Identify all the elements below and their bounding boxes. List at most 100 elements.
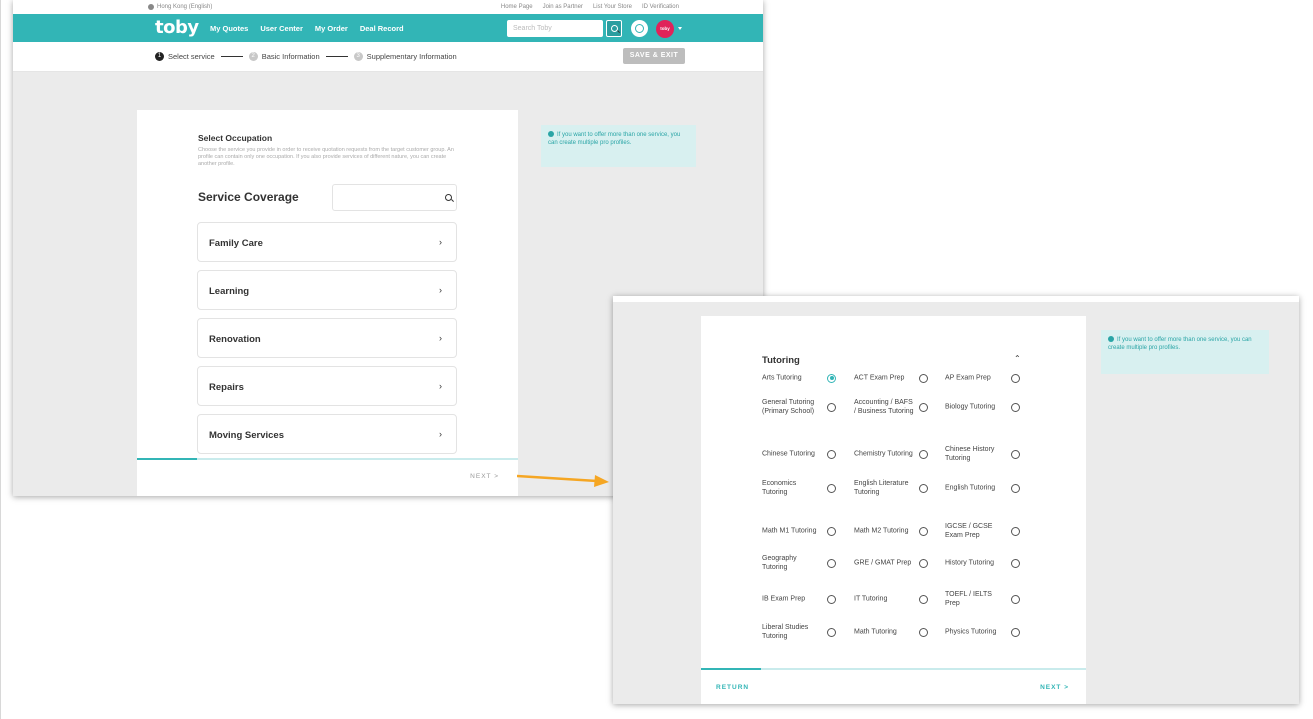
tutoring-card: Tutoring ⌃ Arts Tutoring ACT Exam Prep AP … <box>701 316 1086 704</box>
info-tip: If you want to offer more than one servi… <box>1101 330 1269 374</box>
tutoring-option-label: Physics Tutoring <box>945 628 997 636</box>
tutoring-option-label: Economics Tutoring <box>762 480 797 496</box>
service-coverage-title: Service Coverage <box>198 190 299 204</box>
return-button[interactable]: RETURN <box>716 684 749 691</box>
step-3-label: Supplementary Information <box>366 52 457 61</box>
step-connector <box>220 56 243 57</box>
step-connector <box>325 56 348 57</box>
toby-logo[interactable]: toby <box>155 17 199 38</box>
tutoring-option-label: Math M2 Tutoring <box>854 527 909 535</box>
step-3-badge: 3 <box>353 52 363 61</box>
link-join-partner[interactable]: Join as Partner <box>543 4 583 10</box>
tutoring-option-radio[interactable] <box>827 449 836 459</box>
tutoring-option-radio[interactable] <box>827 526 836 536</box>
tutoring-option-label: Biology Tutoring <box>945 403 996 411</box>
nav-my-quotes[interactable]: My Quotes <box>210 24 248 33</box>
search-button[interactable] <box>606 20 622 37</box>
category-label: Moving Services <box>209 430 284 441</box>
tutoring-option-radio[interactable] <box>1011 402 1020 412</box>
tutoring-option-radio[interactable] <box>919 373 928 383</box>
search-icon <box>610 24 618 32</box>
search-input[interactable]: Search Toby <box>507 20 603 37</box>
tutoring-option-radio[interactable] <box>827 373 836 383</box>
tutoring-option-radio[interactable] <box>1011 483 1020 493</box>
tutoring-option-radio[interactable] <box>1011 373 1020 383</box>
tutoring-option-label: English Tutoring <box>945 484 996 492</box>
info-tip: If you want to offer more than one servi… <box>541 125 696 167</box>
tutoring-option-radio[interactable] <box>1011 449 1020 459</box>
category-label: Renovation <box>209 334 261 345</box>
tutoring-option-label: TOEFL / IELTS Prep <box>945 591 992 607</box>
tutoring-option-label: Liberal Studies Tutoring <box>762 624 809 640</box>
tutoring-option-radio[interactable] <box>1011 594 1020 604</box>
globe-icon <box>148 4 154 10</box>
tutoring-option-radio[interactable] <box>919 627 928 637</box>
tutoring-option-label: GRE / GMAT Prep <box>854 559 912 567</box>
tutoring-option-radio[interactable] <box>1011 558 1020 568</box>
info-icon <box>1108 336 1114 342</box>
tutoring-option-label: Accounting / BAFS / Business Tutoring <box>854 399 914 415</box>
chevron-right-icon: › <box>439 333 442 343</box>
region-selector[interactable]: Hong Kong (English) <box>148 4 212 10</box>
nav-my-order[interactable]: My Order <box>315 24 348 33</box>
form-progress <box>137 458 518 460</box>
tutoring-option-radio[interactable] <box>919 483 928 493</box>
tutoring-option-label: ACT Exam Prep <box>854 374 905 382</box>
category-label: Repairs <box>209 382 244 393</box>
tutoring-option-radio[interactable] <box>827 627 836 637</box>
tutoring-option-radio[interactable] <box>1011 627 1020 637</box>
chevron-right-icon: › <box>439 285 442 295</box>
tutoring-option-radio[interactable] <box>827 402 836 412</box>
tutoring-option-label: Math M1 Tutoring <box>762 527 817 535</box>
nav-user-center[interactable]: User Center <box>260 24 303 33</box>
tutoring-option-radio[interactable] <box>827 558 836 568</box>
tutoring-option-label: Arts Tutoring <box>762 374 802 382</box>
select-occupation-card: Select Occupation Choose the service you… <box>137 110 518 496</box>
link-list-store[interactable]: List Your Store <box>593 4 632 10</box>
tutoring-option-radio[interactable] <box>1011 526 1020 536</box>
screenshot-tutoring-options: Tutoring ⌃ Arts Tutoring ACT Exam Prep AP … <box>613 296 1299 704</box>
tutoring-option-radio[interactable] <box>919 558 928 568</box>
tutoring-option-label: IB Exam Prep <box>762 595 806 603</box>
tutoring-option-radio[interactable] <box>919 526 928 536</box>
nav-menu: My Quotes User Center My Order Deal Reco… <box>210 24 404 33</box>
category-renovation[interactable]: Renovation › <box>197 318 457 358</box>
info-icon <box>548 131 554 137</box>
tutoring-option-label: Geography Tutoring <box>762 555 797 571</box>
tutoring-option-radio[interactable] <box>827 594 836 604</box>
tutoring-option-label: Chinese Tutoring <box>762 450 815 458</box>
category-label: Learning <box>209 286 250 297</box>
tutoring-option-label: Chinese History Tutoring <box>945 446 995 462</box>
tutoring-option-radio[interactable] <box>919 594 928 604</box>
category-moving-services[interactable]: Moving Services › <box>197 414 457 454</box>
tutoring-option-label: AP Exam Prep <box>945 374 991 382</box>
tutoring-option-label: Chemistry Tutoring <box>854 450 913 458</box>
tutoring-option-radio[interactable] <box>827 483 836 493</box>
service-search-input[interactable] <box>332 184 457 211</box>
link-home-page[interactable]: Home Page <box>501 4 533 10</box>
tutoring-option-radio[interactable] <box>919 449 928 459</box>
nav-deal-record[interactable]: Deal Record <box>360 24 404 33</box>
tutoring-option-label: History Tutoring <box>945 559 995 567</box>
tutoring-option-label: General Tutoring (Primary School) <box>762 399 815 415</box>
category-learning[interactable]: Learning › <box>197 270 457 310</box>
save-exit-button[interactable]: SAVE & EXIT <box>623 48 685 64</box>
avatar[interactable]: toby <box>656 20 674 38</box>
chevron-down-icon[interactable] <box>678 27 682 30</box>
category-repairs[interactable]: Repairs › <box>197 366 457 406</box>
composite-canvas: Hong Kong (English) Home Page Join as Pa… <box>0 0 1313 719</box>
tutoring-option-label: IT Tutoring <box>854 595 888 603</box>
top-utility-bar: Hong Kong (English) Home Page Join as Pa… <box>13 0 763 14</box>
link-id-verification[interactable]: ID Verification <box>642 4 679 10</box>
step-progress-bar: 1 Select service 2 Basic Information 3 S… <box>13 42 763 72</box>
chevron-up-icon[interactable]: ⌃ <box>1014 354 1021 363</box>
category-family-care[interactable]: Family Care › <box>197 222 457 262</box>
tutoring-option-label: English Literature Tutoring <box>854 480 909 496</box>
step-1-badge: 1 <box>155 52 164 61</box>
tutoring-option-label: IGCSE / GCSE Exam Prep <box>945 523 993 539</box>
tutoring-option-radio[interactable] <box>919 402 928 412</box>
chevron-right-icon: › <box>439 429 442 439</box>
next-button[interactable]: NEXT > <box>1040 684 1069 691</box>
next-button[interactable]: NEXT > <box>470 473 499 480</box>
chat-icon[interactable] <box>631 20 648 37</box>
